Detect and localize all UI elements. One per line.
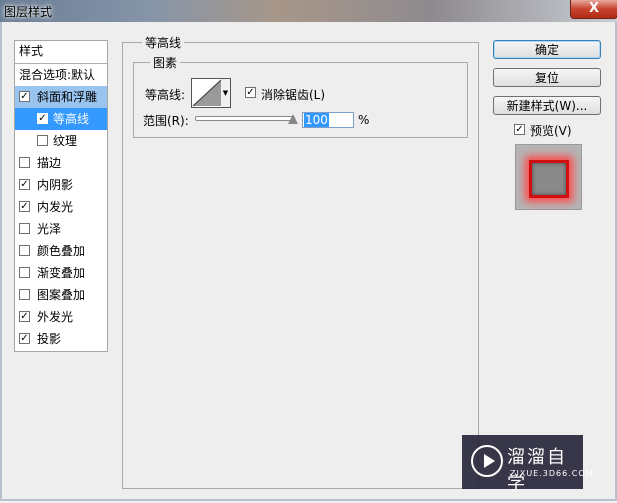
style-item-label: 外发光 — [37, 310, 74, 324]
range-slider-track[interactable] — [195, 116, 295, 121]
style-item-checkbox[interactable]: ✓ — [19, 179, 30, 190]
range-unit: % — [358, 113, 370, 127]
range-value: 100 — [304, 113, 329, 127]
contour-group-title: 等高线 — [142, 34, 185, 51]
antialias-checkbox[interactable]: ✓ — [245, 87, 256, 98]
range-label: 范围(R): — [143, 114, 189, 128]
style-item-checkbox[interactable] — [37, 135, 48, 146]
style-item[interactable]: ✓ 投影 — [15, 328, 107, 350]
style-item[interactable]: ✓ 等高线 — [15, 108, 107, 130]
style-item-checkbox[interactable] — [19, 223, 30, 234]
ok-button[interactable]: 确定 — [493, 40, 601, 59]
style-item-label: 描边 — [37, 156, 62, 170]
style-item-label: 内阴影 — [37, 178, 74, 192]
styles-header: 样式 — [15, 41, 107, 64]
style-item[interactable]: ✓ 内阴影 — [15, 174, 107, 196]
watermark-logo: 溜溜自学 ZIXUE.3D66.COM — [462, 435, 593, 494]
style-item-checkbox[interactable] — [19, 267, 30, 278]
style-item[interactable]: ✓ 外发光 — [15, 306, 107, 328]
triangle-down-icon: ▼ — [222, 89, 229, 97]
style-item-checkbox[interactable]: ✓ — [19, 333, 30, 344]
style-item-checkbox[interactable] — [19, 157, 30, 168]
style-item[interactable]: 颜色叠加 — [15, 240, 107, 262]
styles-list: 样式 混合选项:默认 ✓ 斜面和浮雕 ✓ 等高线纹理描边 ✓ 内阴影 ✓ 内发光光泽颜色叠加渐… — [14, 40, 108, 352]
range-slider-thumb[interactable] — [288, 114, 298, 124]
style-item[interactable]: 描边 — [15, 152, 107, 174]
style-item-checkbox[interactable] — [19, 289, 30, 300]
style-item[interactable]: 渐变叠加 — [15, 262, 107, 284]
style-preview — [515, 144, 582, 210]
preview-label: 预览(V) — [530, 124, 572, 138]
checkmark-icon: ✓ — [246, 87, 255, 98]
style-item-checkbox[interactable]: ✓ — [19, 91, 30, 102]
new-style-button[interactable]: 新建样式(W)... — [493, 96, 601, 115]
style-items: ✓ 斜面和浮雕 ✓ 等高线纹理描边 ✓ 内阴影 ✓ 内发光光泽颜色叠加渐变叠加图案叠加 ✓ 外发光… — [15, 86, 107, 350]
style-item[interactable]: 光泽 — [15, 218, 107, 240]
checkmark-icon: ✓ — [515, 124, 524, 135]
style-item[interactable]: ✓ 斜面和浮雕 — [15, 86, 107, 108]
range-input[interactable]: 100 — [302, 112, 354, 128]
style-item[interactable]: ✓ 内发光 — [15, 196, 107, 218]
contour-dropdown-button[interactable]: ▼ — [221, 78, 231, 108]
style-item-label: 内发光 — [37, 200, 74, 214]
antialias-label: 消除锯齿(L) — [261, 88, 326, 102]
preview-checkbox[interactable]: ✓ — [514, 124, 525, 135]
contour-picker[interactable] — [191, 78, 223, 108]
style-item-checkbox[interactable]: ✓ — [37, 113, 48, 124]
style-item-checkbox[interactable] — [19, 245, 30, 256]
style-item-label: 渐变叠加 — [37, 266, 86, 280]
play-circle-icon — [471, 445, 503, 477]
style-item-label: 纹理 — [53, 134, 78, 148]
watermark-url: ZIXUE.3D66.COM — [510, 469, 594, 478]
style-item-label: 图案叠加 — [37, 288, 86, 302]
window-title: 图层样式 — [4, 5, 53, 19]
style-item[interactable]: 纹理 — [15, 130, 107, 152]
blending-options-item[interactable]: 混合选项:默认 — [15, 64, 107, 86]
style-item-label: 投影 — [37, 332, 62, 346]
contour-curve-icon — [192, 79, 222, 107]
style-item-checkbox[interactable]: ✓ — [19, 311, 30, 322]
style-item-label: 颜色叠加 — [37, 244, 86, 258]
style-item-checkbox[interactable]: ✓ — [19, 201, 30, 212]
style-item-label: 等高线 — [53, 112, 90, 126]
style-item-label: 光泽 — [37, 222, 62, 236]
elements-subgroup-title: 图素 — [150, 54, 181, 71]
reset-button[interactable]: 复位 — [493, 68, 601, 87]
contour-label: 等高线: — [145, 88, 186, 102]
style-item[interactable]: 图案叠加 — [15, 284, 107, 306]
style-item-label: 斜面和浮雕 — [37, 90, 98, 104]
close-button[interactable]: X — [570, 0, 617, 19]
title-bar[interactable]: 图层样式 X — [0, 0, 617, 22]
preview-swatch — [529, 160, 569, 198]
